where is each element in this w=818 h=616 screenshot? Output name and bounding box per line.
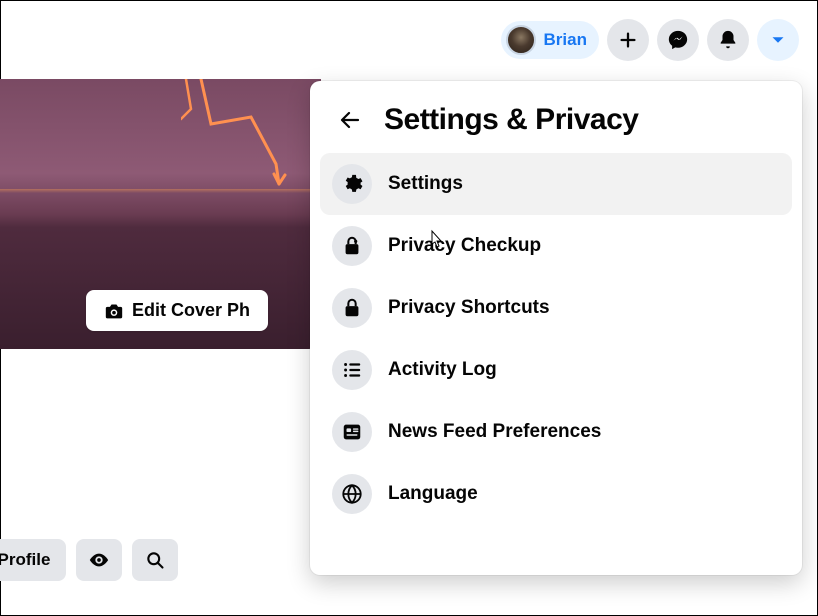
menu-item-privacy-checkup[interactable]: Privacy Checkup — [320, 215, 792, 277]
menu-label: Privacy Shortcuts — [388, 297, 550, 319]
eye-icon — [88, 549, 110, 571]
menu-label: Language — [388, 483, 478, 505]
plus-icon — [617, 29, 639, 51]
avatar — [506, 25, 536, 55]
menu-item-activity-log[interactable]: Activity Log — [320, 339, 792, 401]
menu-item-language[interactable]: Language — [320, 463, 792, 525]
edit-cover-photo-button[interactable]: Edit Cover Ph — [86, 290, 268, 331]
list-icon — [332, 350, 372, 390]
user-profile-chip[interactable]: Brian — [501, 21, 599, 59]
edit-profile-label: dit Profile — [0, 550, 50, 570]
heart-lock-icon — [332, 226, 372, 266]
menu-label: Privacy Checkup — [388, 235, 541, 257]
menu-item-news-feed-preferences[interactable]: News Feed Preferences — [320, 401, 792, 463]
feed-icon — [332, 412, 372, 452]
user-name-label: Brian — [544, 30, 587, 50]
view-as-button[interactable] — [76, 539, 122, 581]
back-button[interactable] — [334, 104, 366, 136]
settings-privacy-dropdown: Settings & Privacy Settings Privacy Chec… — [310, 81, 802, 575]
notifications-button[interactable] — [707, 19, 749, 61]
top-navigation: Brian — [1, 16, 817, 64]
menu-label: Settings — [388, 173, 463, 195]
arrow-left-icon — [338, 108, 362, 132]
lock-icon — [332, 288, 372, 328]
create-button[interactable] — [607, 19, 649, 61]
messenger-icon — [667, 29, 689, 51]
gear-icon — [332, 164, 372, 204]
messenger-button[interactable] — [657, 19, 699, 61]
lightning-graphic — [181, 79, 321, 239]
dropdown-title: Settings & Privacy — [384, 103, 638, 137]
menu-label: Activity Log — [388, 359, 497, 381]
edit-profile-button[interactable]: dit Profile — [0, 539, 66, 581]
search-icon — [145, 550, 165, 570]
caret-down-icon — [767, 29, 789, 51]
menu-label: News Feed Preferences — [388, 421, 601, 443]
menu-item-privacy-shortcuts[interactable]: Privacy Shortcuts — [320, 277, 792, 339]
camera-icon — [104, 302, 124, 320]
account-menu-button[interactable] — [757, 19, 799, 61]
edit-cover-label: Edit Cover Ph — [132, 300, 250, 321]
bell-icon — [717, 29, 739, 51]
globe-icon — [332, 474, 372, 514]
search-profile-button[interactable] — [132, 539, 178, 581]
menu-item-settings[interactable]: Settings — [320, 153, 792, 215]
profile-action-bar: dit Profile — [0, 539, 178, 581]
dropdown-header: Settings & Privacy — [320, 95, 792, 153]
